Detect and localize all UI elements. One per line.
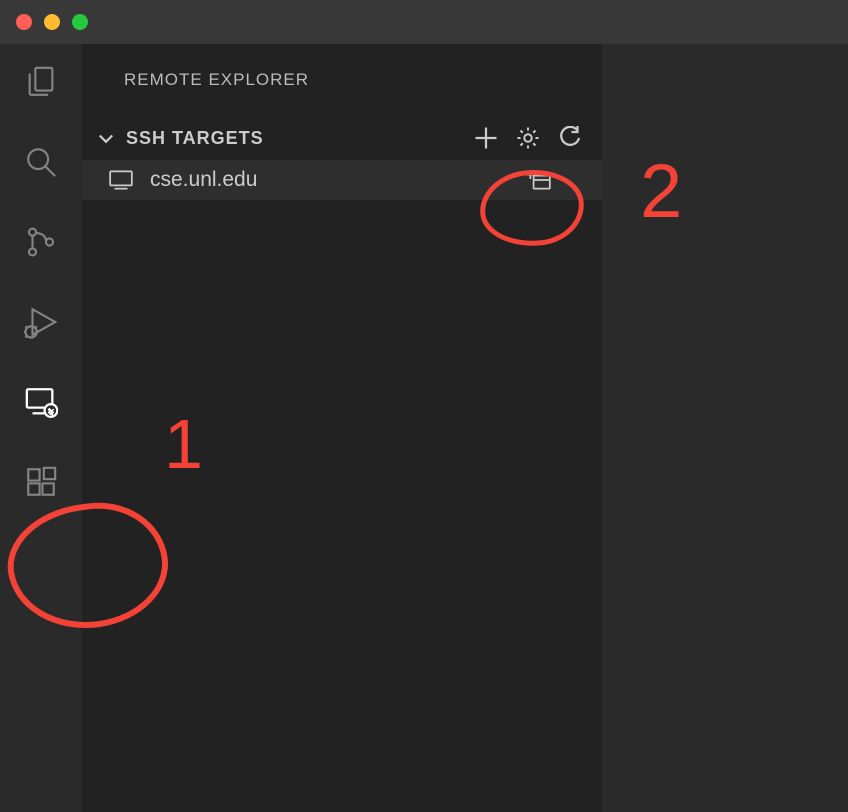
ssh-targets-header[interactable]: SSH TARGETS — [82, 90, 602, 160]
minimize-window-button[interactable] — [44, 14, 60, 30]
maximize-window-button[interactable] — [72, 14, 88, 30]
remote-explorer-sidebar: REMOTE EXPLORER SSH TARGETS — [82, 44, 602, 812]
activity-bar — [0, 44, 82, 812]
target-host-label: cse.unl.edu — [150, 168, 510, 192]
search-icon[interactable] — [21, 142, 61, 182]
refresh-icon[interactable] — [558, 126, 582, 150]
gear-icon[interactable] — [516, 126, 540, 150]
run-debug-icon[interactable] — [21, 302, 61, 342]
sidebar-title: REMOTE EXPLORER — [82, 44, 602, 90]
window-titlebar — [0, 0, 848, 44]
editor-area — [602, 44, 848, 812]
explorer-icon[interactable] — [21, 62, 61, 102]
chevron-down-icon — [96, 128, 116, 148]
source-control-icon[interactable] — [21, 222, 61, 262]
add-target-icon[interactable] — [474, 126, 498, 150]
ssh-target-row[interactable]: cse.unl.edu — [82, 160, 602, 200]
extensions-icon[interactable] — [21, 462, 61, 502]
monitor-icon — [108, 169, 134, 191]
remote-explorer-icon[interactable] — [21, 382, 61, 422]
new-window-icon[interactable] — [526, 169, 552, 191]
section-title: SSH TARGETS — [126, 128, 464, 149]
close-window-button[interactable] — [16, 14, 32, 30]
